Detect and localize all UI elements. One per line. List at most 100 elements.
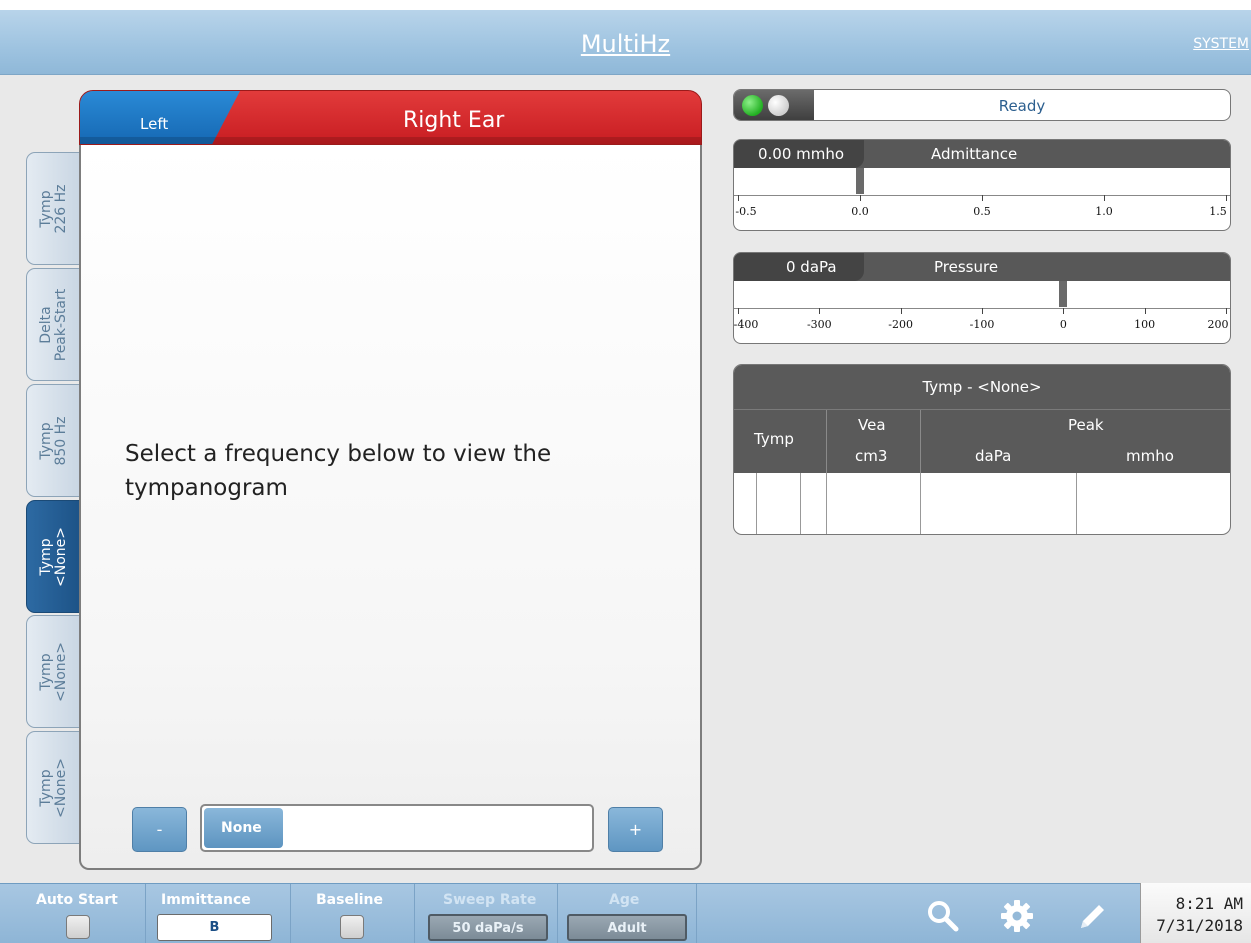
- scale-tick-label: 100: [1134, 318, 1156, 331]
- scale-tick-label: 0.0: [851, 205, 869, 218]
- admittance-meter: 0.00 mmho Admittance -0.5 0.0 0.5 1.0 1.5: [733, 139, 1231, 231]
- status-bar: Ready: [733, 89, 1231, 121]
- scale-tick: [1144, 308, 1146, 314]
- admittance-label: Admittance: [931, 145, 1018, 163]
- age-label: Age: [609, 892, 640, 908]
- scale-tick: [819, 308, 821, 314]
- scale-tick: [1226, 195, 1227, 201]
- ear-header-shade: [80, 137, 701, 144]
- clock: 8:21 AM 7/31/2018: [1140, 883, 1251, 943]
- auto-start-label: Auto Start: [36, 892, 118, 908]
- col-peak-mmho: mmho: [1126, 447, 1174, 465]
- tab-tymp-none-3[interactable]: Tymp <None>: [26, 731, 81, 844]
- scale-tick-label: 1.5: [1209, 205, 1227, 218]
- column-divider: [826, 410, 827, 474]
- pencil-icon[interactable]: [1075, 899, 1109, 933]
- age-field[interactable]: Adult: [567, 914, 687, 941]
- bottom-toolbar: Auto Start Immittance B Baseline Sweep R…: [0, 883, 1251, 943]
- results-table: Tymp - <None> Tymp Vea cm3 Peak daPa mmh…: [733, 364, 1231, 535]
- ear-selector: Left Right Ear: [79, 90, 702, 145]
- toolbar-separator: [290, 884, 291, 943]
- next-frequency-button[interactable]: +: [608, 807, 663, 852]
- tympanogram-panel: Select a frequency below to view the tym…: [79, 145, 702, 870]
- tab-label: Tymp <None>: [37, 757, 69, 818]
- scale-tick: [860, 195, 861, 201]
- green-light-icon: [742, 95, 763, 116]
- row-divider: [756, 473, 757, 534]
- immittance-label: Immittance: [161, 892, 251, 908]
- row-divider: [1076, 473, 1077, 534]
- tab-tymp-850[interactable]: Tymp 850 Hz: [26, 384, 81, 497]
- toolbar-separator: [557, 884, 558, 943]
- baseline-label: Baseline: [316, 892, 384, 908]
- scale-tick-label: -0.5: [735, 205, 757, 218]
- toolbar-separator: [696, 884, 697, 943]
- left-ear-label[interactable]: Left: [140, 115, 168, 133]
- scale-tick-label: 200: [1207, 318, 1229, 331]
- tab-delta-peak-start[interactable]: Delta Peak-Start: [26, 268, 81, 381]
- scale-tick: [738, 195, 739, 201]
- scale-tick-label: -300: [806, 318, 832, 331]
- baseline-checkbox[interactable]: [340, 915, 364, 939]
- row-divider: [800, 473, 801, 534]
- pressure-meter: 0 daPa Pressure -400 -300 -200 -100 0 100 200: [733, 252, 1231, 344]
- tab-tymp-226[interactable]: Tymp 226 Hz: [26, 152, 81, 265]
- scale-tick: [1063, 308, 1065, 314]
- previous-frequency-button[interactable]: -: [132, 807, 187, 852]
- pressure-needle: [1059, 281, 1068, 307]
- col-peak: Peak: [1068, 416, 1104, 434]
- pressure-readout: 0 daPa: [734, 253, 864, 281]
- frequency-slider-thumb[interactable]: None: [204, 808, 283, 848]
- scale-tick: [738, 308, 739, 314]
- scale-tick: [982, 195, 983, 201]
- app-title[interactable]: MultiHz: [0, 30, 1251, 58]
- top-strip: [0, 0, 1251, 10]
- scale-tick: [1226, 308, 1227, 314]
- scale-tick-label: 1.0: [1095, 205, 1113, 218]
- tab-label: Tymp <None>: [37, 526, 69, 587]
- right-ear-label[interactable]: Right Ear: [403, 108, 504, 133]
- scale-tick: [1104, 195, 1105, 201]
- header-bar: MultiHz SYSTEM: [0, 10, 1251, 75]
- status-text: Ready: [998, 97, 1046, 115]
- empty-state-message: Select a frequency below to view the tym…: [125, 441, 552, 501]
- tab-tymp-none-2[interactable]: Tymp <None>: [26, 615, 81, 728]
- col-peak-dapa: daPa: [975, 447, 1012, 465]
- auto-start-checkbox[interactable]: [66, 915, 90, 939]
- tab-tymp-none-active[interactable]: Tymp <None>: [26, 500, 81, 613]
- admittance-needle: [856, 168, 864, 194]
- scale-tick-label: -200: [888, 318, 914, 331]
- clock-date: 7/31/2018: [1156, 916, 1243, 935]
- row-divider: [920, 473, 921, 534]
- col-vea: Vea: [858, 416, 886, 434]
- scale-tick: [900, 308, 902, 314]
- column-divider: [920, 410, 921, 474]
- col-vea-unit: cm3: [855, 447, 888, 465]
- tab-label: Tymp 226 Hz: [37, 183, 69, 234]
- admittance-readout: 0.00 mmho: [734, 140, 864, 168]
- frequency-slider[interactable]: None: [200, 804, 594, 852]
- sweep-rate-field[interactable]: 50 daPa/s: [428, 914, 548, 941]
- search-icon[interactable]: [926, 899, 960, 933]
- col-tymp: Tymp: [754, 430, 794, 448]
- system-link[interactable]: SYSTEM: [1193, 36, 1249, 52]
- scale-tick-label: -400: [733, 318, 759, 331]
- results-title: Tymp - <None>: [734, 365, 1230, 409]
- scale-tick-label: -100: [969, 318, 995, 331]
- scale-tick: [982, 308, 983, 314]
- tab-label: Tymp 850 Hz: [37, 415, 69, 466]
- immittance-select[interactable]: B: [157, 914, 272, 941]
- results-header: Tymp Vea cm3 Peak daPa mmho: [734, 409, 1230, 474]
- scale-tick-label: 0.5: [973, 205, 991, 218]
- toolbar-separator: [145, 884, 146, 943]
- pressure-label: Pressure: [934, 258, 999, 276]
- tab-label: Delta Peak-Start: [37, 288, 69, 361]
- sweep-rate-label: Sweep Rate: [443, 892, 537, 908]
- status-lights: [734, 90, 814, 120]
- row-divider: [826, 473, 827, 534]
- gear-icon[interactable]: [1000, 899, 1034, 933]
- tab-label: Tymp <None>: [37, 641, 69, 702]
- toolbar-separator: [414, 884, 415, 943]
- grey-light-icon: [768, 95, 789, 116]
- scale-tick-label: 0: [1059, 318, 1067, 331]
